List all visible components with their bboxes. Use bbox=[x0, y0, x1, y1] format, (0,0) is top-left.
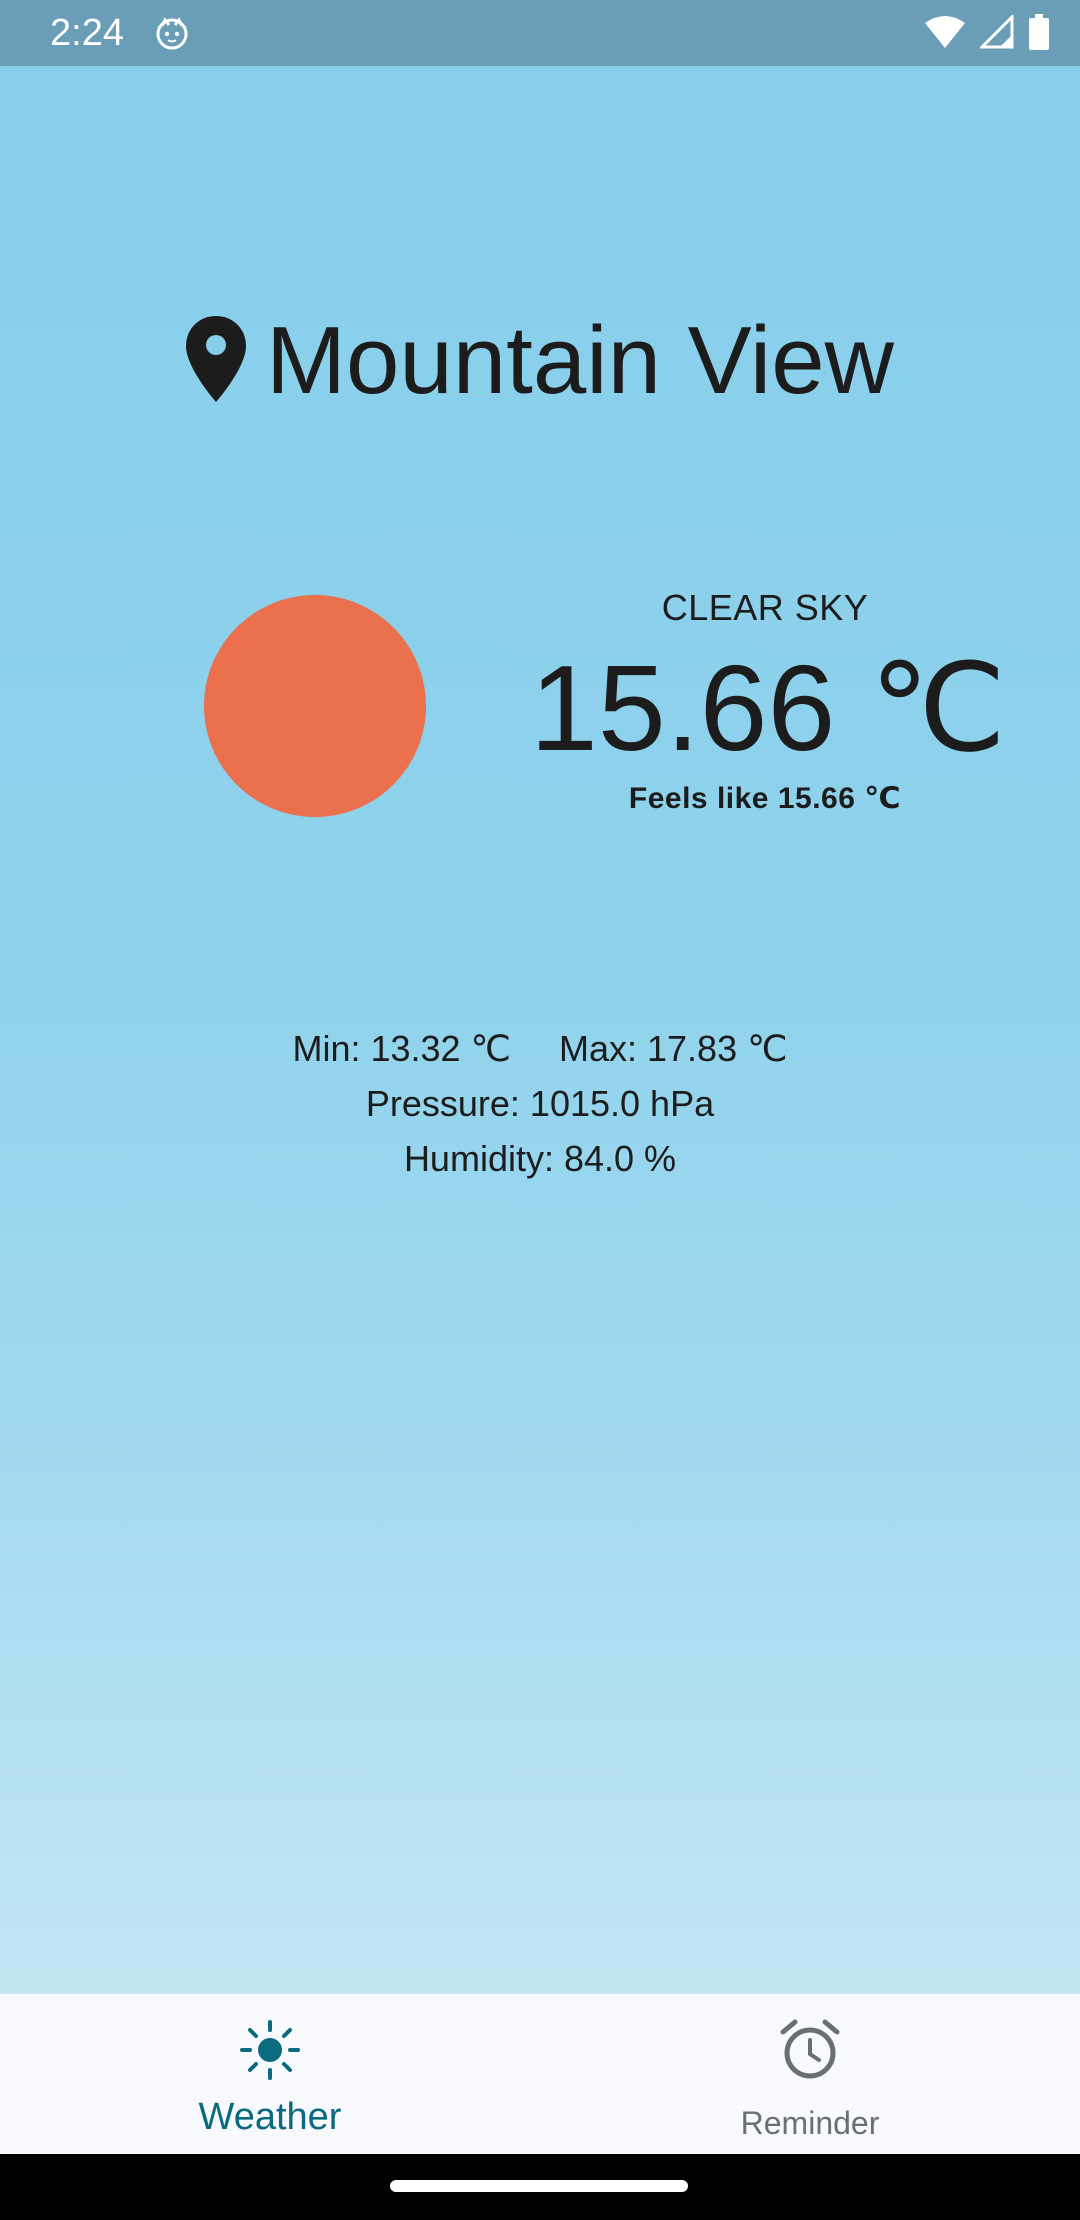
system-navigation-bar bbox=[0, 2154, 1080, 2220]
current-conditions: CLEAR SKY 15.66 ℃ Feels like 15.66 ℃ bbox=[530, 586, 1007, 818]
battery-icon bbox=[1028, 14, 1050, 55]
feels-like-temperature: Feels like 15.66 ℃ bbox=[628, 782, 902, 815]
humidity: Humidity: 84.0 % bbox=[403, 1138, 677, 1179]
min-max-row: Min: 13.32 ℃ Max: 17.83 ℃ bbox=[0, 1021, 1080, 1076]
weather-screen: Mountain View CLEAR SKY 15.66 ℃ Feels li… bbox=[0, 66, 1080, 1994]
location-pin-icon bbox=[186, 315, 247, 407]
nav-item-reminder[interactable]: Reminder bbox=[540, 1994, 1080, 2154]
pressure: Pressure: 1015.0 hPa bbox=[365, 1083, 715, 1124]
max-temperature: Max: 17.83 ℃ bbox=[558, 1028, 788, 1069]
status-time: 2:24 bbox=[50, 12, 124, 54]
cell-signal-icon bbox=[978, 13, 1014, 54]
sun-icon bbox=[204, 595, 426, 817]
weather-condition: CLEAR SKY bbox=[661, 587, 869, 628]
status-bar: 2:24 bbox=[0, 0, 1080, 66]
bottom-navigation: Weather Reminder bbox=[0, 1994, 1080, 2154]
min-temperature: Min: 13.32 ℃ bbox=[292, 1028, 511, 1069]
wifi-icon bbox=[924, 15, 966, 54]
location-header: Mountain View bbox=[0, 306, 1080, 416]
sun-icon bbox=[238, 2018, 302, 2087]
alarm-clock-icon bbox=[779, 2018, 841, 2087]
nav-label-reminder: Reminder bbox=[740, 2105, 880, 2141]
current-temperature: 15.66 ℃ bbox=[530, 640, 1007, 776]
nav-item-weather[interactable]: Weather bbox=[0, 1994, 540, 2154]
city-name: Mountain View bbox=[266, 307, 894, 414]
home-indicator[interactable] bbox=[390, 2180, 688, 2192]
status-icons bbox=[924, 13, 1050, 55]
nav-label-weather: Weather bbox=[198, 2096, 342, 2138]
cat-icon bbox=[154, 16, 190, 52]
weather-details: Min: 13.32 ℃ Max: 17.83 ℃ Pressure: 1015… bbox=[0, 1021, 1080, 1186]
